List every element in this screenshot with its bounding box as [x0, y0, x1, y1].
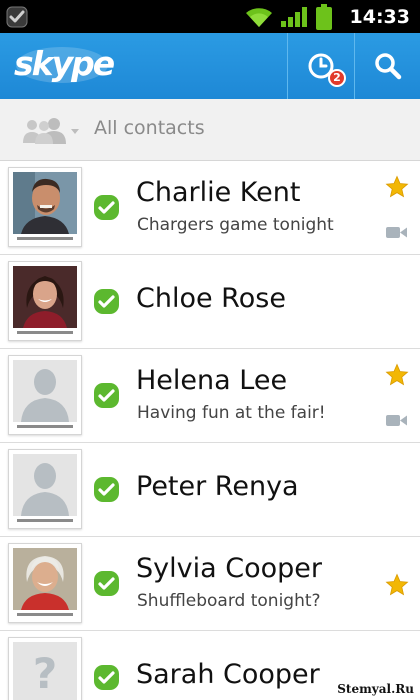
contact-row[interactable]: Peter Renya	[0, 443, 420, 537]
online-status-icon	[94, 383, 119, 408]
avatar-underline	[17, 519, 73, 522]
contacts-group-icon	[23, 118, 79, 144]
contact-name: Helena Lee	[136, 365, 288, 396]
contact-row[interactable]: Helena Lee Having fun at the fair!	[0, 349, 420, 443]
online-status-icon	[94, 195, 119, 220]
avatar-underline	[17, 425, 73, 428]
contact-name: Charlie Kent	[136, 177, 301, 208]
clock-time: 14:33	[349, 5, 410, 28]
online-status-icon	[94, 289, 119, 314]
avatar-underline	[17, 613, 73, 616]
contact-row[interactable]: Chloe Rose	[0, 255, 420, 349]
avatar: ?	[8, 637, 82, 700]
video-camera-icon	[386, 227, 407, 238]
avatar-underline	[17, 237, 73, 240]
skype-logo: skype	[14, 44, 115, 85]
online-status-icon	[94, 571, 119, 596]
avatar	[8, 355, 82, 435]
avatar	[8, 449, 82, 529]
contact-name: Sarah Cooper	[136, 659, 320, 690]
search-icon	[374, 53, 401, 80]
contact-name: Chloe Rose	[136, 283, 286, 314]
contact-name: Sylvia Cooper	[136, 553, 322, 584]
contact-row[interactable]: Charlie Kent Chargers game tonight	[0, 161, 420, 255]
contact-mood-message: Chargers game tonight	[137, 215, 334, 235]
avatar-underline	[17, 331, 73, 334]
notification-check-icon	[6, 6, 28, 28]
contact-row[interactable]: Sylvia Cooper Shuffleboard tonight?	[0, 537, 420, 631]
online-status-icon	[94, 665, 119, 690]
online-status-icon	[94, 477, 119, 502]
contact-mood-message: Having fun at the fair!	[137, 403, 326, 423]
contact-name: Peter Renya	[136, 471, 299, 502]
unknown-avatar-icon: ?	[13, 642, 77, 700]
default-avatar-icon	[13, 360, 77, 422]
contact-filter-dropdown[interactable]: All contacts	[0, 99, 420, 161]
video-camera-icon	[386, 415, 407, 426]
avatar	[8, 261, 82, 341]
contact-list: Charlie Kent Chargers game tonight Chloe…	[0, 161, 420, 700]
recent-activity-button[interactable]: 2	[288, 33, 354, 99]
favorite-star-icon[interactable]	[385, 573, 409, 597]
watermark-text: Stemyal.Ru	[337, 682, 414, 696]
avatar	[8, 167, 82, 247]
svg-text:?: ?	[33, 649, 57, 698]
battery-icon	[315, 3, 332, 30]
logo-text: skype	[14, 44, 115, 83]
default-avatar-icon	[13, 454, 77, 516]
notification-badge: 2	[328, 69, 346, 87]
favorite-star-icon[interactable]	[385, 363, 409, 387]
search-button[interactable]	[355, 33, 420, 99]
status-bar: 14:33	[0, 0, 420, 33]
favorite-star-icon[interactable]	[385, 175, 409, 199]
contact-mood-message: Shuffleboard tonight?	[137, 591, 321, 611]
signal-icon	[280, 6, 307, 27]
wifi-icon	[245, 7, 272, 27]
avatar	[8, 543, 82, 623]
filter-label: All contacts	[94, 117, 205, 139]
